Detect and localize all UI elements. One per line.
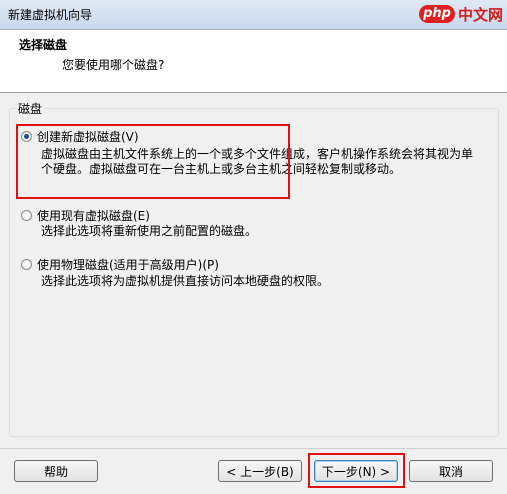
radio-unchecked-icon[interactable] [21,259,32,270]
window-title: 新建虚拟机向导 [8,8,93,22]
watermark-logo: php 中文网 [419,4,503,24]
option-label[interactable]: 使用现有虚拟磁盘(E) [37,207,150,224]
footer-divider [0,448,507,449]
cancel-button[interactable]: 取消 [409,460,493,482]
description-line: 选择此选项将重新使用之前配置的磁盘。 [41,224,258,238]
page-title: 选择磁盘 [19,38,68,52]
title-bar: 新建虚拟机向导 php 中文网 [0,0,507,30]
watermark-badge: php [419,5,455,23]
highlight-box [16,124,290,199]
radio-use-physical-disk[interactable]: 使用物理磁盘(适用于高级用户)(P) [21,256,219,273]
radio-unchecked-icon[interactable] [21,210,32,221]
radio-use-existing-disk[interactable]: 使用现有虚拟磁盘(E) [21,207,150,224]
option-description: 选择此选项将重新使用之前配置的磁盘。 [41,224,257,239]
wizard-header: 选择磁盘 您要使用哪个磁盘? [0,30,507,93]
page-subtitle: 您要使用哪个磁盘? [62,58,165,72]
disk-group-label: 磁盘 [16,100,45,117]
description-line: 选择此选项将为虚拟机提供直接访问本地硬盘的权限。 [41,274,330,288]
option-label[interactable]: 使用物理磁盘(适用于高级用户)(P) [37,256,219,273]
option-description: 选择此选项将为虚拟机提供直接访问本地硬盘的权限。 [41,274,329,289]
back-button[interactable]: < 上一步(B) [218,460,302,482]
watermark-site: 中文网 [457,5,503,24]
help-button[interactable]: 帮助 [14,460,98,482]
highlight-box [308,453,405,488]
